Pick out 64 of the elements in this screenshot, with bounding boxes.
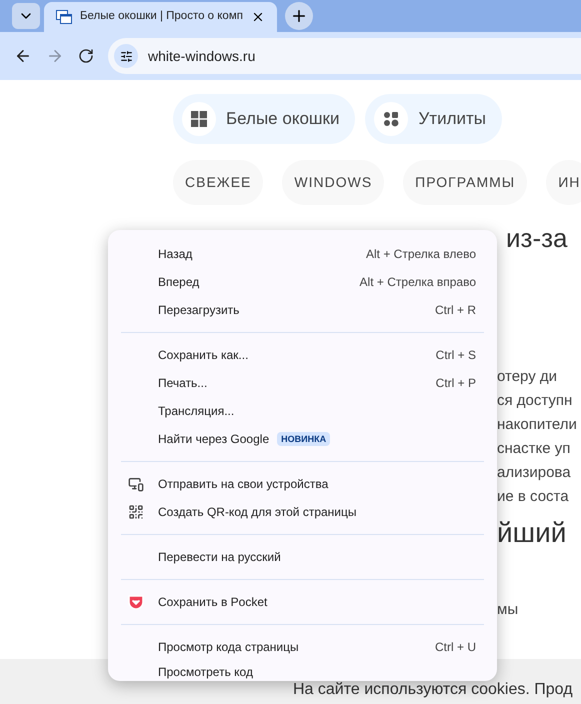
new-tab-button[interactable]: [284, 2, 313, 30]
menu-item-label: Сохранить в Pocket: [158, 594, 268, 611]
cookie-notice: На сайте используются cookies. Прод: [293, 680, 573, 700]
site-nav-link[interactable]: Утилиты: [365, 94, 502, 144]
reload-icon[interactable]: [78, 48, 94, 64]
menu-item[interactable]: Перезагрузить Ctrl + R: [108, 296, 497, 324]
apps-icon: [383, 111, 400, 127]
paragraph-line: мы: [497, 600, 520, 620]
back-icon[interactable]: [14, 47, 32, 65]
article-subheading: йший: [497, 516, 568, 550]
windows-icon: [191, 111, 207, 127]
site-settings-icon[interactable]: [114, 44, 138, 68]
paragraph-line: отеру ди: [497, 367, 558, 387]
menu-item-label: Назад: [158, 246, 192, 263]
browser-tab[interactable]: Белые окошки | Просто о комп: [44, 2, 277, 32]
menu-shortcut: Ctrl + S: [436, 347, 476, 364]
menu-item-label: Перезагрузить: [158, 302, 240, 319]
menu-item-label: Просмотреть код: [158, 664, 253, 681]
category-link[interactable]: ИН: [546, 160, 581, 205]
menu-item[interactable]: Трансляция...: [108, 397, 497, 425]
menu-item[interactable]: Найти через Google НОВИНКА: [108, 425, 497, 453]
menu-shortcut: Alt + Стрелка вправо: [360, 274, 476, 291]
menu-item[interactable]: Сохранить в Pocket: [108, 588, 497, 616]
qr-code-icon: [128, 504, 144, 520]
site-nav-link[interactable]: Белые окошки: [173, 94, 356, 144]
paragraph-line: накопители: [497, 415, 578, 435]
tab-search-button[interactable]: [12, 3, 40, 29]
menu-shortcut: Alt + Стрелка влево: [366, 246, 476, 263]
menu-item[interactable]: Перевести на русский: [108, 543, 497, 571]
new-badge: НОВИНКА: [277, 432, 330, 446]
menu-item[interactable]: Просмотр кода страницы Ctrl + U: [108, 633, 497, 661]
menu-item-label: Найти через Google: [158, 431, 270, 448]
tab-title: Белые окошки | Просто о комп: [80, 9, 243, 24]
menu-item-label: Печать...: [158, 375, 208, 392]
menu-item-label: Отправить на свои устройства: [158, 476, 328, 493]
paragraph-line: ие в соста: [497, 487, 570, 507]
menu-item[interactable]: Сохранить как... Ctrl + S: [108, 341, 497, 369]
windows-site-icon: [56, 10, 72, 24]
menu-shortcut: Ctrl + R: [434, 302, 476, 319]
paragraph-line: ся доступн: [497, 391, 574, 411]
article-heading: из-за: [506, 222, 568, 255]
menu-shortcut: Ctrl + P: [436, 375, 476, 392]
address-bar[interactable]: white-windows.ru: [108, 38, 581, 74]
menu-item[interactable]: Печать... Ctrl + P: [108, 369, 497, 397]
category-link[interactable]: СВЕЖЕЕ: [173, 160, 264, 205]
menu-item-label: Перевести на русский: [158, 549, 281, 566]
menu-item-label: Создать QR-код для этой страницы: [158, 504, 357, 521]
devices-icon: [128, 476, 144, 492]
category-link[interactable]: WINDOWS: [282, 160, 384, 205]
menu-item-label: Сохранить как...: [158, 347, 248, 364]
menu-item[interactable]: Вперед Alt + Стрелка вправо: [108, 268, 497, 296]
menu-item-label: Трансляция...: [158, 403, 234, 420]
menu-item[interactable]: Назад Alt + Стрелка влево: [108, 240, 497, 268]
category-link[interactable]: ПРОГРАММЫ: [403, 160, 528, 205]
menu-item-label: Просмотр кода страницы: [158, 639, 299, 656]
paragraph-line: снастке уп: [497, 439, 572, 459]
menu-item[interactable]: Просмотреть код: [108, 661, 497, 681]
menu-item[interactable]: Отправить на свои устройства: [108, 470, 497, 498]
menu-item[interactable]: Создать QR-код для этой страницы: [108, 498, 497, 526]
menu-item-label: Вперед: [158, 274, 200, 291]
pocket-icon: [128, 594, 144, 610]
paragraph-line: ализирова: [497, 463, 572, 483]
url-text: white-windows.ru: [148, 46, 256, 66]
menu-shortcut: Ctrl + U: [434, 639, 476, 656]
